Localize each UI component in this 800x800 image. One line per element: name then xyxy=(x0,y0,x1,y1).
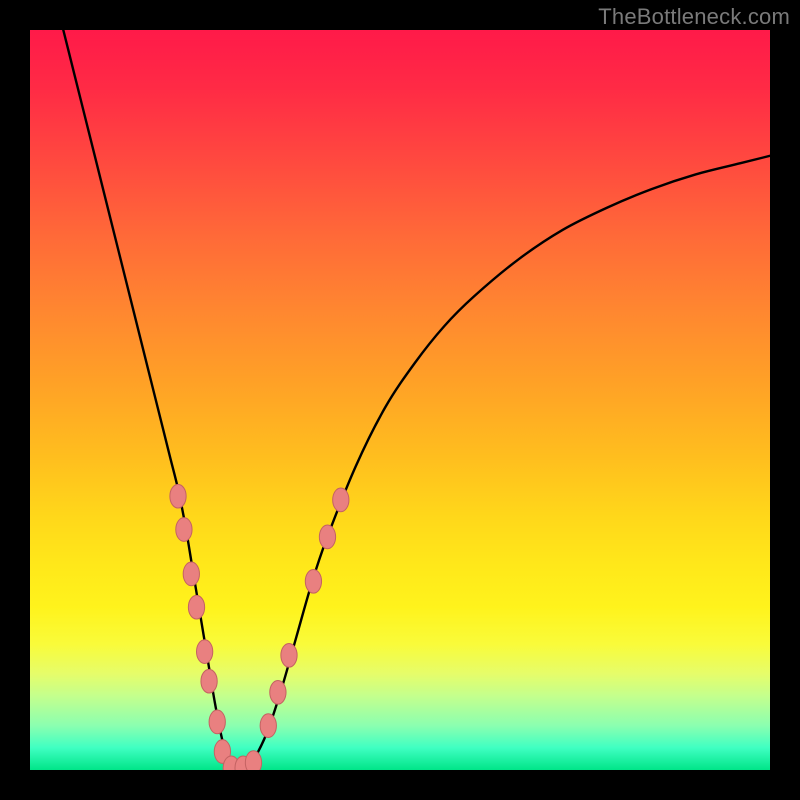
plot-area xyxy=(30,30,770,770)
bottleneck-curve xyxy=(60,30,770,770)
bead-marker xyxy=(170,484,186,508)
bead-marker xyxy=(260,714,276,738)
bead-group xyxy=(170,484,349,770)
bead-marker xyxy=(197,640,213,664)
bead-marker xyxy=(245,751,261,770)
bead-marker xyxy=(270,680,286,704)
bead-marker xyxy=(201,669,217,693)
outer-frame: TheBottleneck.com xyxy=(0,0,800,800)
bead-marker xyxy=(176,518,192,542)
bead-marker xyxy=(305,569,321,593)
bead-marker xyxy=(333,488,349,512)
bead-marker xyxy=(183,562,199,586)
bead-marker xyxy=(188,595,204,619)
bead-marker xyxy=(209,710,225,734)
chart-svg xyxy=(30,30,770,770)
watermark-text: TheBottleneck.com xyxy=(598,4,790,30)
bead-marker xyxy=(319,525,335,549)
bead-marker xyxy=(281,643,297,667)
